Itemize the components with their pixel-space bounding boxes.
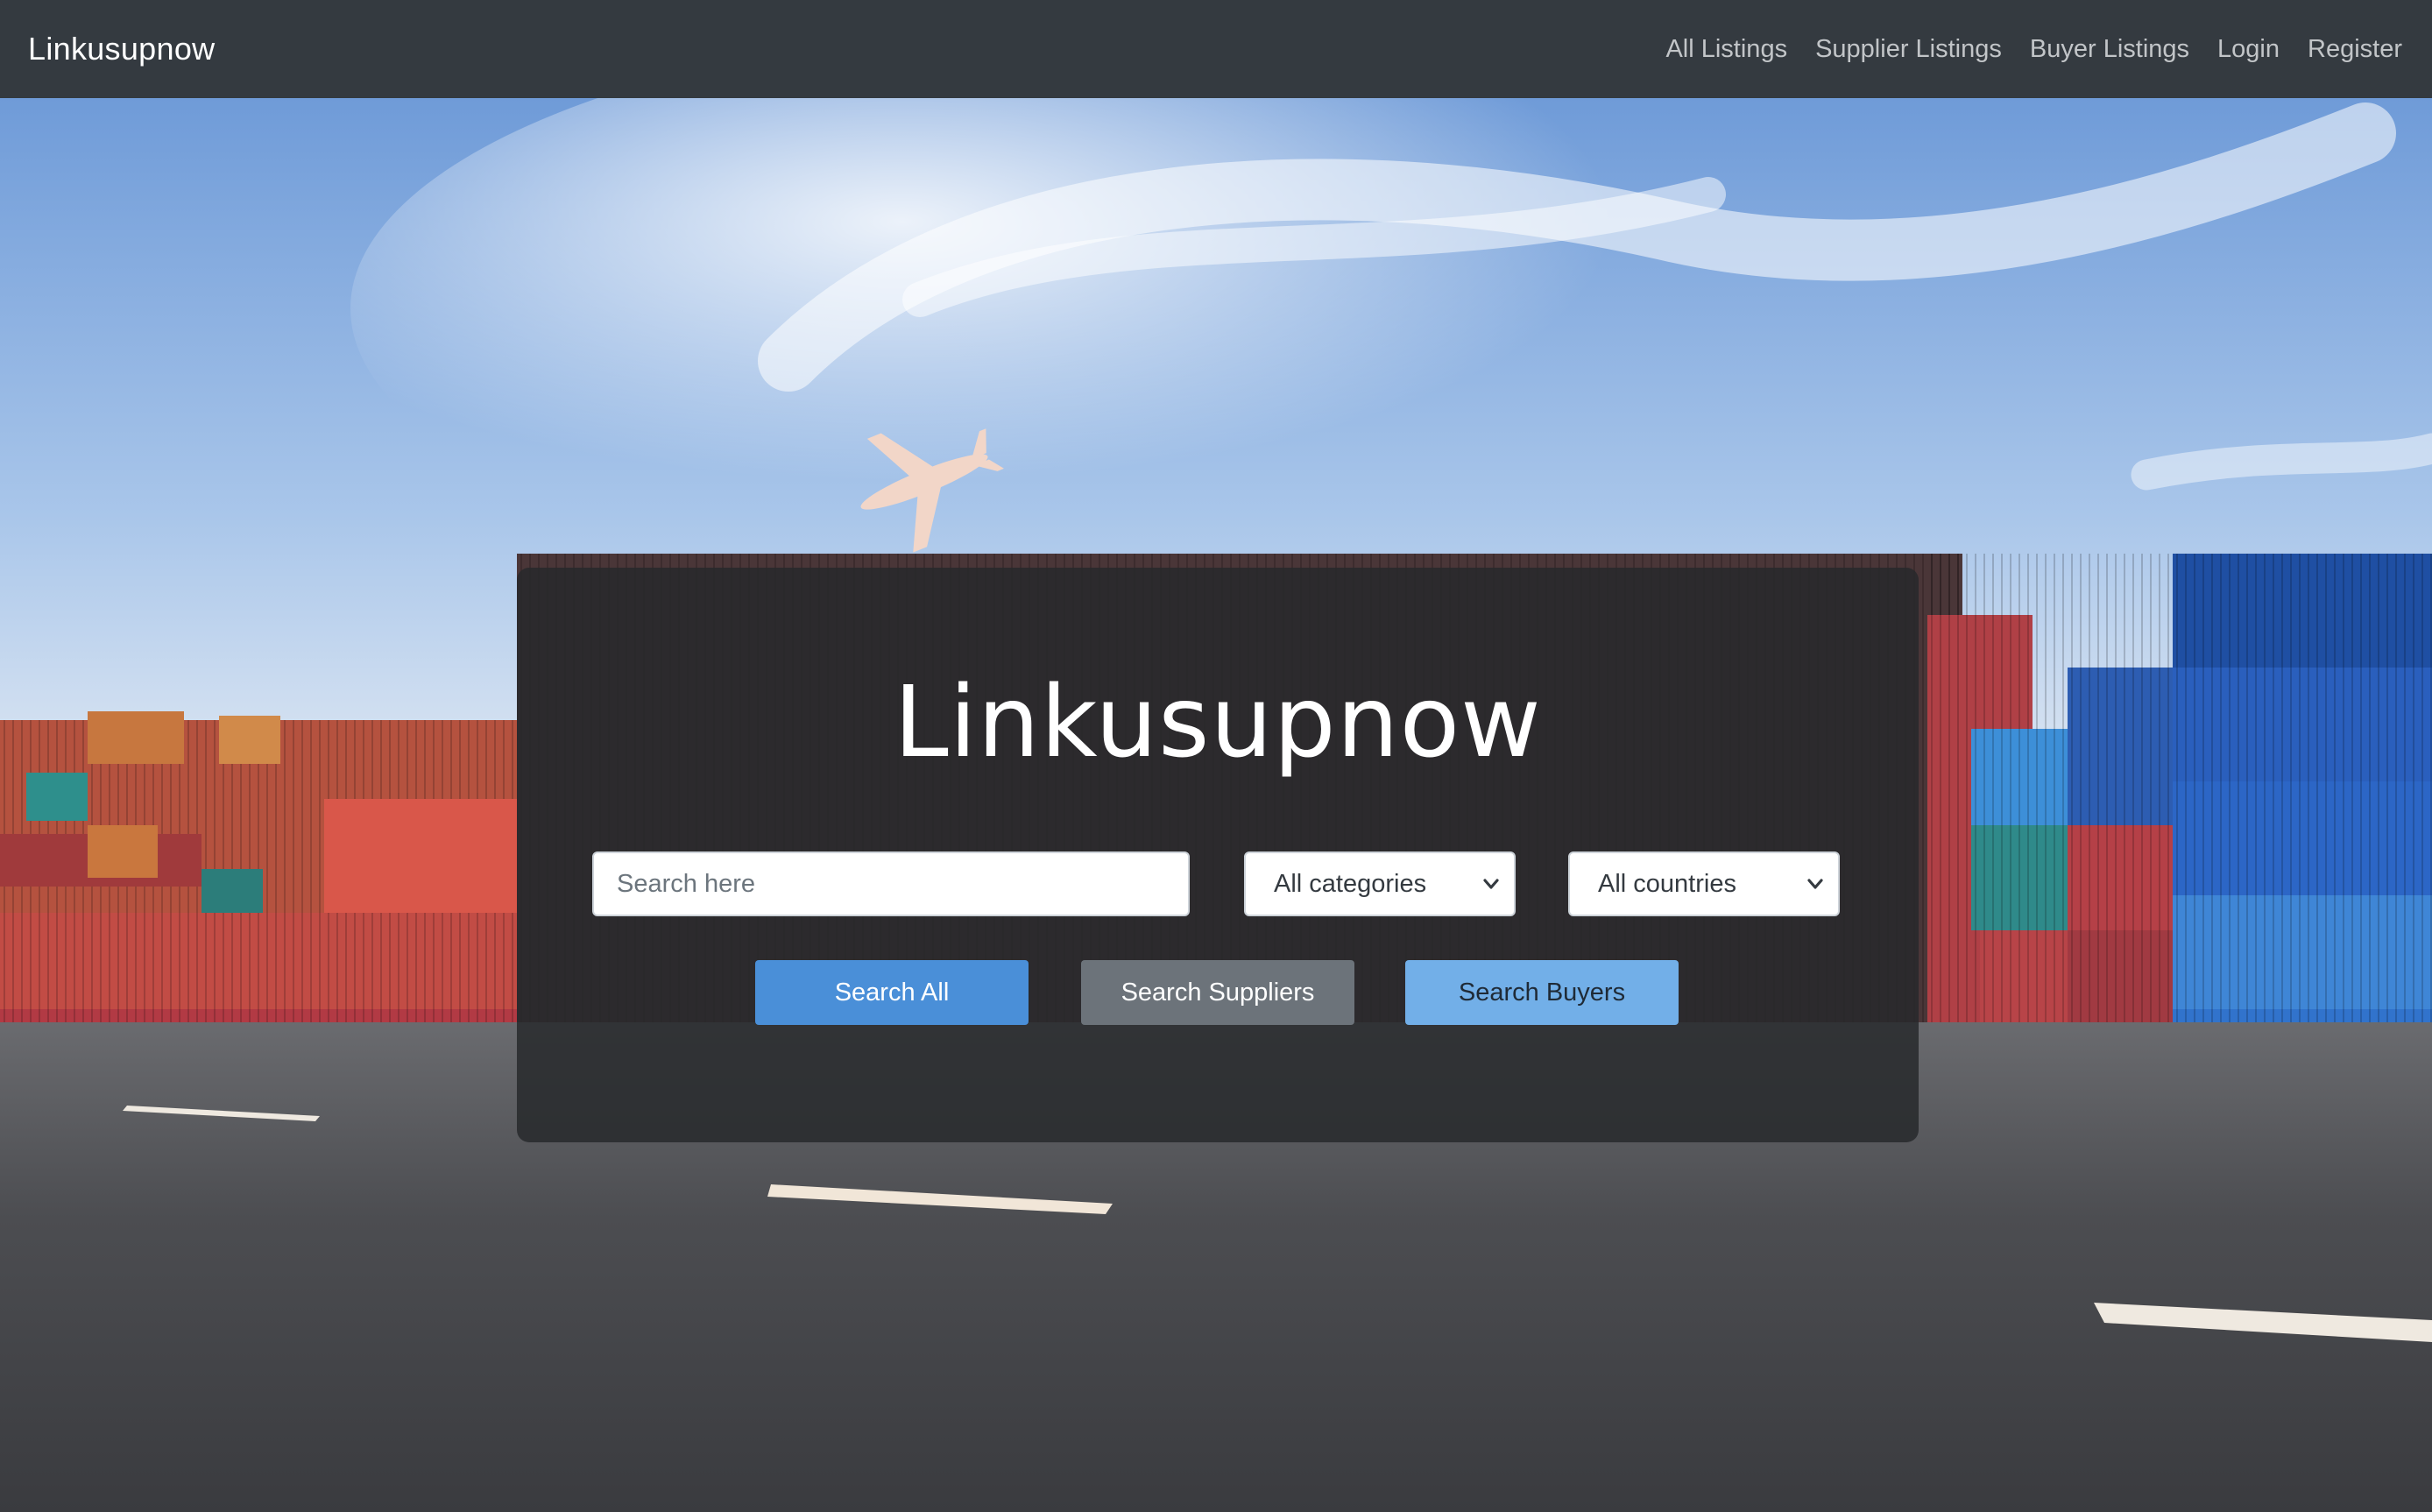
category-select-value: All categories — [1274, 869, 1427, 898]
top-navbar: Linkusupnow All Listings Supplier Listin… — [0, 0, 2432, 98]
search-input[interactable] — [592, 851, 1190, 916]
country-select[interactable]: All countries — [1568, 851, 1840, 916]
hero-title: Linkusupnow — [894, 666, 1542, 780]
chevron-down-icon — [1483, 879, 1499, 889]
nav-link-buyer-listings[interactable]: Buyer Listings — [2030, 35, 2189, 64]
country-select-value: All countries — [1598, 869, 1736, 898]
nav-link-register[interactable]: Register — [2308, 35, 2402, 64]
brand-logo[interactable]: Linkusupnow — [28, 31, 215, 67]
category-select[interactable]: All categories — [1244, 851, 1516, 916]
nav-link-login[interactable]: Login — [2217, 35, 2280, 64]
nav-link-supplier-listings[interactable]: Supplier Listings — [1815, 35, 2002, 64]
search-suppliers-button[interactable]: Search Suppliers — [1081, 960, 1354, 1025]
search-buyers-button[interactable]: Search Buyers — [1405, 960, 1679, 1025]
search-panel: Linkusupnow All categories All countries… — [517, 568, 1919, 1142]
chevron-down-icon — [1807, 879, 1823, 889]
nav-link-all-listings[interactable]: All Listings — [1665, 35, 1787, 64]
search-all-button[interactable]: Search All — [755, 960, 1029, 1025]
nav-links: All Listings Supplier Listings Buyer Lis… — [1637, 0, 2402, 98]
